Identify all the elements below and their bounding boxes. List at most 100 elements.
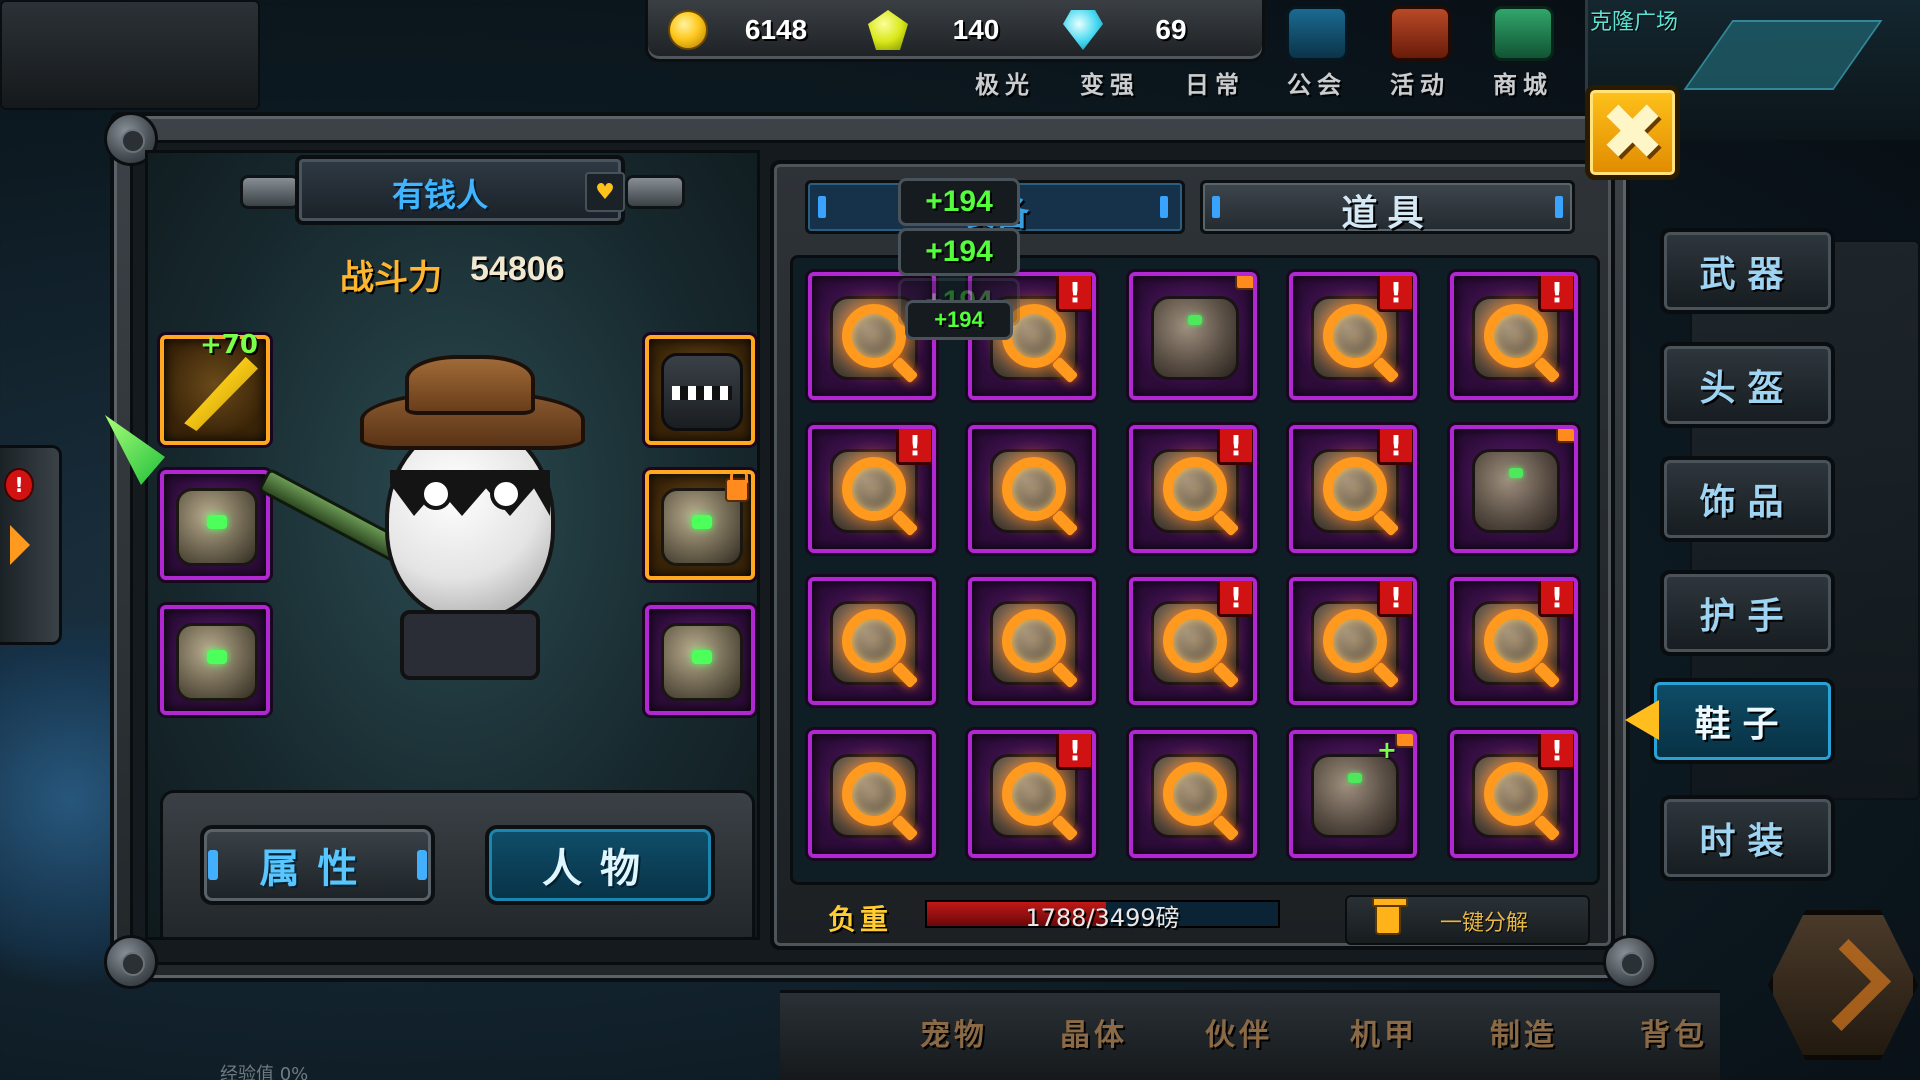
topnav-event[interactable]: 活动 [1375, 0, 1465, 100]
stat-gain-popup: +194 [898, 178, 1020, 226]
heart-dropdown-icon: ♥ [595, 179, 615, 205]
gold-coin-icon [668, 10, 708, 50]
glow-ring-icon [1002, 762, 1066, 826]
glow-ring-icon [842, 457, 906, 521]
glow-ring-icon [1484, 304, 1548, 368]
bolt-icon [104, 935, 158, 989]
inventory-slot[interactable] [968, 577, 1096, 705]
topnav-guild[interactable]: 公会 [1272, 0, 1362, 100]
gauntlet-icon [176, 623, 258, 701]
inventory-slot[interactable]: + [1289, 730, 1417, 858]
equip-slot-helmet[interactable] [160, 470, 270, 580]
glow-ring-icon [1484, 609, 1548, 673]
boots-icon [661, 623, 743, 701]
tab-notch [1212, 196, 1220, 218]
equip-slot-accessory[interactable] [645, 470, 755, 580]
inventory-slot[interactable]: ! [1289, 272, 1417, 400]
topnav-label: 变强 [1080, 71, 1140, 99]
pipe-decoration [240, 175, 300, 209]
glow-ring-icon [842, 304, 906, 368]
glow-ring-icon [1163, 457, 1227, 521]
equip-slot-gloves[interactable] [160, 605, 270, 715]
hero-legs [400, 610, 540, 680]
topnav-daily[interactable]: 日常 [1170, 0, 1260, 100]
inventory-slot[interactable]: ! [808, 425, 936, 553]
alert-icon: ! [1056, 276, 1092, 312]
alert-icon: ! [1538, 276, 1574, 312]
inventory-slot[interactable] [808, 577, 936, 705]
inventory-slot[interactable] [1129, 272, 1257, 400]
inventory-slot[interactable] [968, 425, 1096, 553]
aurora-icon [974, 6, 1036, 61]
inventory-slot[interactable]: ! [968, 730, 1096, 858]
stat-gain-popup: +194 [898, 228, 1020, 276]
dropdown-button[interactable]: ♥ [585, 172, 625, 212]
bottom-nav-backpack[interactable]: 背包 [1640, 1010, 1708, 1054]
minimap-label: 克隆广场 [1590, 10, 1679, 35]
weapon-enhance-level: +70 [200, 330, 258, 360]
glow-ring-icon [1323, 457, 1387, 521]
category-helmet[interactable]: 头盔 [1660, 342, 1835, 428]
alert-icon: ! [1538, 734, 1574, 770]
close-button[interactable]: ✖ [1585, 85, 1680, 180]
shop-cart-icon [1492, 6, 1554, 61]
pipe-decoration [625, 175, 685, 209]
character-label: 人物 [542, 846, 658, 892]
category-boots[interactable]: 鞋子 [1650, 678, 1835, 764]
inventory-slot[interactable]: ! [1129, 425, 1257, 553]
inventory-slot[interactable] [808, 730, 936, 858]
glow-ring-icon [1163, 762, 1227, 826]
glow-ring-icon [1323, 304, 1387, 368]
bottom-nav-crystal[interactable]: 晶体 [1060, 1010, 1128, 1054]
gold-value: 6148 [744, 14, 808, 45]
alert-icon: ! [1377, 581, 1413, 617]
topnav-aurora[interactable]: 极光 [960, 0, 1050, 100]
topnav-power-up[interactable]: 变强 [1065, 0, 1155, 100]
category-label: 头盔 [1699, 368, 1796, 409]
inventory-slot[interactable] [1129, 730, 1257, 858]
yellow-gem-icon [868, 10, 908, 50]
bottom-nav-mech[interactable]: 机甲 [1350, 1010, 1418, 1054]
category-accessory[interactable]: 饰品 [1660, 456, 1835, 542]
bottom-nav-craft[interactable]: 制造 [1490, 1010, 1558, 1054]
glow-ring-icon [1002, 457, 1066, 521]
inventory-slot[interactable] [1450, 425, 1578, 553]
tab-notch [208, 850, 218, 880]
alert-icon: ! [896, 429, 932, 465]
minimap-tile [1683, 20, 1883, 90]
topnav-shop[interactable]: 商城 [1478, 0, 1568, 100]
category-gloves[interactable]: 护手 [1660, 570, 1835, 656]
bottom-nav-pet[interactable]: 宠物 [920, 1010, 988, 1054]
inventory-slot[interactable]: ! [1450, 272, 1578, 400]
alert-icon: ! [1217, 581, 1253, 617]
lock-icon [1556, 429, 1574, 443]
inventory-slot[interactable]: ! [1289, 425, 1417, 553]
lock-icon [725, 474, 749, 502]
lock-icon [1395, 734, 1413, 748]
category-weapon[interactable]: 武器 [1660, 228, 1835, 314]
bottom-nav-partner[interactable]: 伙伴 [1205, 1010, 1273, 1054]
tab-notch [1555, 196, 1563, 218]
topnav-label: 极光 [975, 71, 1035, 99]
armor-chest-icon [661, 353, 743, 431]
attributes-button[interactable]: 属性 [200, 825, 435, 905]
inventory-slot[interactable]: ! [1129, 577, 1257, 705]
category-label: 护手 [1699, 596, 1796, 637]
equip-slot-armor[interactable] [645, 335, 755, 445]
inventory-slot[interactable]: ! [1450, 730, 1578, 858]
glow-ring-icon [1484, 762, 1548, 826]
bg-machinery [0, 0, 260, 110]
equip-slot-boots[interactable] [645, 605, 755, 715]
inventory-slot[interactable]: ! [1450, 577, 1578, 705]
character-button[interactable]: 人物 [485, 825, 715, 905]
event-gift-icon [1389, 6, 1451, 61]
topnav-label: 活动 [1390, 71, 1450, 99]
active-category-arrow-icon [1625, 700, 1659, 740]
category-label: 饰品 [1699, 482, 1796, 523]
upgrade-plus-icon: + [1376, 736, 1397, 764]
hero-character [385, 420, 555, 620]
hero-eye [490, 478, 522, 510]
category-fashion[interactable]: 时装 [1660, 795, 1835, 881]
topnav-label: 商城 [1493, 71, 1553, 99]
inventory-slot[interactable]: ! [1289, 577, 1417, 705]
